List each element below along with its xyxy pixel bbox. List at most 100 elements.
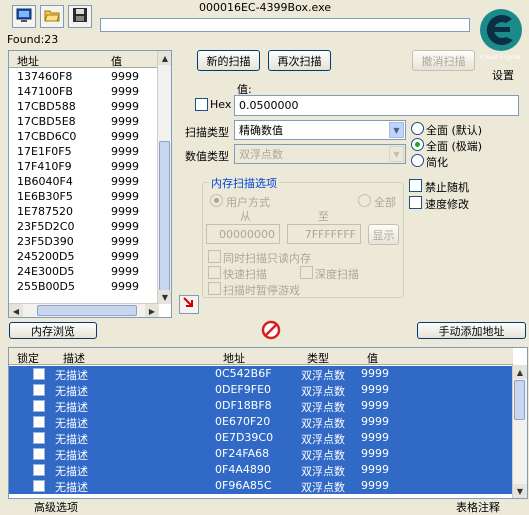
results-vscroll-thumb[interactable] [159,141,170,291]
results-row[interactable]: 1E6B30F5 9999 [9,189,159,204]
cheat-table-row[interactable]: 无描述 0F24FA68 双浮点数 9999 [9,446,513,462]
pause-game-checkbox[interactable] [208,282,221,295]
lock-checkbox[interactable] [33,384,45,396]
all-memory-radio[interactable] [358,194,371,207]
lock-checkbox[interactable] [33,480,45,492]
memory-view-button[interactable]: 内存浏览 [9,322,97,339]
add-address-manually-button[interactable]: 手动添加地址 [417,322,526,339]
show-button[interactable]: 显示 [368,224,399,245]
process-title: 000016EC-4399Box.exe [198,1,332,14]
cheat-table-row[interactable]: 无描述 0C542B6F 双浮点数 9999 [9,366,513,382]
stop-address-input[interactable]: 7FFFFFFF [287,224,361,244]
cheat-table-scroll-thumb[interactable] [514,380,525,420]
round-extreme-radio[interactable] [411,138,424,151]
next-scan-button[interactable]: 再次扫描 [268,50,331,71]
lock-checkbox[interactable] [33,368,45,380]
results-row[interactable]: 17F410F9 9999 [9,159,159,174]
cheat-table-scrollbar[interactable]: ▲ ▼ [512,365,527,498]
result-value: 9999 [111,250,139,263]
readonly-memory-checkbox[interactable] [208,250,221,263]
scan-type-select[interactable]: 精确数值 ▼ [234,120,406,140]
deep-scan-checkbox[interactable] [300,266,313,279]
user-mode-radio[interactable] [210,194,223,207]
results-row[interactable]: 245200D5 9999 [9,249,159,264]
undo-scan-button[interactable]: 撤消扫描 [412,50,475,71]
lock-checkbox[interactable] [33,400,45,412]
results-row[interactable]: 23F5D2C0 9999 [9,219,159,234]
scroll-down-icon[interactable]: ▼ [513,484,527,498]
cheat-table-row[interactable]: 无描述 0F96A85C 双浮点数 9999 [9,478,513,494]
scroll-right-icon[interactable]: ▶ [145,304,159,317]
results-row[interactable]: 17CBD6C0 9999 [9,129,159,144]
lock-column-header[interactable]: 锁定 [17,350,39,366]
cheat-type: 双浮点数 [301,433,345,446]
address-column-header[interactable]: 地址 [223,350,245,366]
results-row[interactable]: 17E1F0F5 9999 [9,144,159,159]
cheat-table[interactable]: 锁定 描述 地址 类型 值 无描述 0C542B6F 双浮点数 9999 无描述 0DEF… [8,347,528,499]
open-button[interactable] [40,5,64,28]
results-row[interactable]: 17CBD588 9999 [9,99,159,114]
fast-scan-checkbox[interactable] [208,266,221,279]
disable-random-checkbox[interactable] [409,179,422,192]
value-type-select[interactable]: 双浮点数 ▼ [234,144,406,164]
results-value-header[interactable]: 值 [111,53,122,69]
cheat-address: 0F4A4890 [215,463,271,476]
results-row[interactable]: 137460F8 9999 [9,69,159,84]
type-column-header[interactable]: 类型 [307,350,329,366]
speed-modify-checkbox[interactable] [409,196,422,209]
results-row[interactable]: 17CBD5E8 9999 [9,114,159,129]
chevron-down-icon[interactable]: ▼ [389,146,404,162]
cheat-table-row[interactable]: 无描述 0F4A4890 双浮点数 9999 [9,462,513,478]
process-button[interactable] [12,5,36,28]
start-address-input[interactable]: 00000000 [206,224,280,244]
add-to-table-button[interactable] [179,295,199,314]
chevron-down-icon[interactable]: ▼ [389,122,404,138]
cheat-value: 9999 [361,415,389,428]
table-extras-button[interactable]: 表格注释 [456,499,500,515]
description-column-header[interactable]: 描述 [63,350,85,366]
round-default-radio[interactable] [411,122,424,135]
results-row[interactable]: 1E787520 9999 [9,204,159,219]
cheat-table-row[interactable]: 无描述 0E7D39C0 双浮点数 9999 [9,430,513,446]
settings-label[interactable]: 设置 [492,67,514,83]
scroll-left-icon[interactable]: ◀ [9,304,23,317]
cheat-table-row[interactable]: 无描述 0DEF9FE0 双浮点数 9999 [9,382,513,398]
save-button[interactable] [68,5,92,28]
results-horizontal-scrollbar[interactable]: ◀ ▶ [9,303,159,317]
value-input[interactable]: 0.0500000 [234,95,519,116]
readonly-memory-label: 同时扫描只读内存 [223,252,311,265]
results-row[interactable]: 1B6040F4 9999 [9,174,159,189]
cheat-address: 0F96A85C [215,479,272,492]
advanced-options-button[interactable]: 高级选项 [34,499,78,515]
cheat-value: 9999 [361,479,389,492]
scroll-down-icon[interactable]: ▼ [158,290,171,304]
results-row[interactable]: 255B00D5 9999 [9,279,159,294]
cheat-table-header: 锁定 描述 地址 类型 值 [9,348,513,365]
scroll-up-icon[interactable]: ▲ [158,51,171,65]
result-address: 23F5D390 [17,235,74,248]
simplified-radio[interactable] [411,154,424,167]
result-address: 17F410F9 [17,160,72,173]
results-row[interactable]: 147100FB 9999 [9,84,159,99]
lock-checkbox[interactable] [33,448,45,460]
lock-checkbox[interactable] [33,416,45,428]
cheat-value: 9999 [361,399,389,412]
value-column-header[interactable]: 值 [367,350,378,366]
cheat-type: 双浮点数 [301,369,345,382]
results-row[interactable]: 24E300D5 9999 [9,264,159,279]
lock-checkbox[interactable] [33,464,45,476]
lock-checkbox[interactable] [33,432,45,444]
cheat-table-row[interactable]: 无描述 0E670F20 双浮点数 9999 [9,414,513,430]
results-vertical-scrollbar[interactable]: ▲ ▼ [157,51,171,304]
results-hscroll-thumb[interactable] [37,305,137,316]
results-address-header[interactable]: 地址 [17,53,39,69]
cheat-table-row[interactable]: 无描述 0DF18BF8 双浮点数 9999 [9,398,513,414]
round-default-label: 全面 (默认) [426,124,483,137]
hex-checkbox[interactable] [195,98,208,111]
results-row[interactable]: 23F5D390 9999 [9,234,159,249]
cheat-type: 双浮点数 [301,401,345,414]
scroll-up-icon[interactable]: ▲ [513,365,527,379]
new-scan-button[interactable]: 新的扫描 [197,50,260,71]
scan-results-list[interactable]: 地址 值 137460F8 9999 147100FB 9999 17CBD588 999… [8,50,172,318]
clear-list-button[interactable] [261,320,281,340]
